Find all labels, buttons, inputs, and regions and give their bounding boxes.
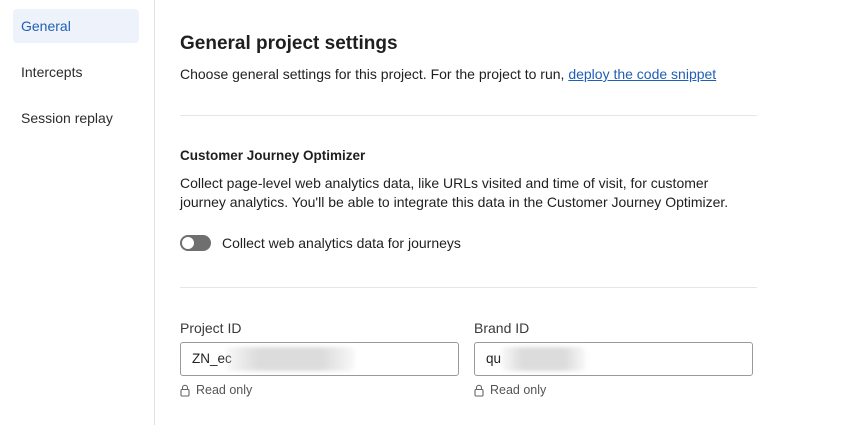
toggle-knob [181, 236, 195, 250]
project-id-label: Project ID [180, 320, 242, 336]
page-title: General project settings [180, 33, 398, 54]
brand-id-read-only: Read only [474, 383, 753, 397]
journey-analytics-toggle-row: Collect web analytics data for journeys [180, 233, 461, 253]
settings-panel: General project settings Choose general … [180, 0, 760, 425]
sidebar-item-intercepts[interactable]: Intercepts [13, 55, 139, 89]
deploy-code-snippet-link[interactable]: deploy the code snippet [568, 66, 716, 82]
read-only-label: Read only [490, 383, 547, 397]
redaction-blur [501, 347, 586, 371]
cjo-section-title: Customer Journey Optimizer [180, 148, 366, 163]
page-description: Choose general settings for this project… [180, 66, 716, 82]
brand-id-label: Brand ID [474, 320, 530, 336]
redaction-blur [225, 347, 355, 371]
project-id-input[interactable]: ZN_ec [180, 342, 459, 376]
brand-id-input[interactable]: qu [474, 342, 753, 376]
divider [180, 115, 757, 116]
lock-icon [474, 384, 484, 397]
sidebar: General Intercepts Session replay [0, 0, 155, 425]
lock-icon [180, 384, 190, 397]
project-id-read-only: Read only [180, 383, 459, 397]
page-description-text: Choose general settings for this project… [180, 66, 569, 82]
cjo-section-description: Collect page-level web analytics data, l… [180, 175, 729, 210]
journey-analytics-toggle-label: Collect web analytics data for journeys [222, 235, 461, 251]
divider [180, 287, 757, 288]
project-id-field: Project ID ZN_ec Read only [180, 320, 459, 397]
sidebar-item-general[interactable]: General [13, 9, 139, 43]
brand-id-value: qu [486, 351, 502, 366]
sidebar-item-session-replay[interactable]: Session replay [13, 101, 139, 135]
read-only-label: Read only [196, 383, 253, 397]
brand-id-field: Brand ID qu Read only [474, 320, 753, 397]
journey-analytics-toggle[interactable] [180, 235, 211, 251]
